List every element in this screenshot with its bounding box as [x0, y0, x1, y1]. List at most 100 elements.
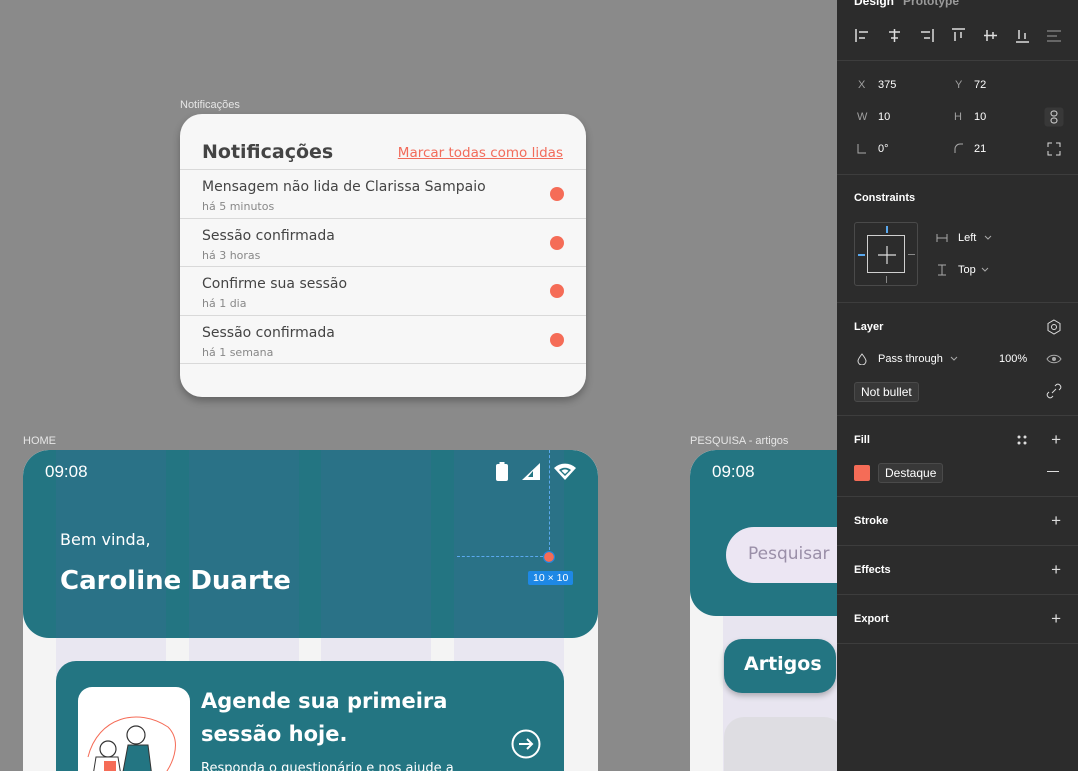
status-time: 09:08	[45, 462, 88, 481]
notifications-header: Notificações Marcar todas como lidas	[180, 114, 586, 170]
notification-item[interactable]: Sessão confirmada há 1 semana	[180, 316, 586, 364]
status-icons	[496, 462, 576, 481]
style-grid-icon[interactable]	[1016, 434, 1028, 446]
divider	[837, 415, 1078, 416]
alignment-toolbar	[853, 26, 1064, 45]
detach-instance-icon[interactable]	[1046, 383, 1062, 399]
opacity-input[interactable]: 100%	[999, 353, 1027, 365]
effects-title: Effects	[854, 564, 891, 576]
cellular-signal-icon	[522, 463, 540, 480]
mark-all-read-link[interactable]: Marcar todas como lidas	[398, 145, 563, 161]
divider	[837, 594, 1078, 595]
constraints-title: Constraints	[854, 192, 916, 204]
horizontal-constraint-icon	[936, 234, 948, 242]
align-top-icon[interactable]	[949, 26, 968, 45]
y-label: Y	[955, 79, 963, 91]
constraint-right-indicator[interactable]	[908, 254, 915, 255]
measurement-guide-vertical	[549, 450, 550, 550]
notification-message: Sessão confirmada	[202, 324, 335, 341]
constraint-left-indicator[interactable]	[858, 254, 865, 256]
tab-prototype[interactable]: Prototype	[903, 0, 959, 8]
rotation-icon	[857, 144, 866, 154]
stroke-title: Stroke	[854, 515, 889, 527]
chevron-down-icon	[950, 356, 958, 361]
constraints-widget[interactable]	[854, 222, 918, 286]
align-vertical-center-icon[interactable]	[981, 26, 1000, 45]
frame-label-notificacoes[interactable]: Notificações	[180, 99, 240, 111]
unread-dot	[550, 284, 564, 298]
notifications-title: Notificações	[202, 140, 334, 163]
constraint-bottom-indicator[interactable]	[886, 276, 887, 283]
divider	[837, 174, 1078, 175]
notification-message: Sessão confirmada	[202, 227, 335, 244]
align-horizontal-center-icon[interactable]	[885, 26, 904, 45]
distribute-icon[interactable]	[1045, 26, 1064, 45]
y-input[interactable]: 72	[974, 79, 986, 91]
blend-mode-icon	[857, 353, 867, 365]
divider	[837, 496, 1078, 497]
align-right-icon[interactable]	[917, 26, 936, 45]
pesquisa-frame[interactable]: 09:08 Pesquisar Artigos	[690, 450, 837, 771]
artigos-tab-button[interactable]: Artigos	[724, 639, 836, 693]
blend-mode-select[interactable]: Pass through	[878, 353, 943, 365]
notification-time: há 1 dia	[202, 297, 247, 310]
chevron-down-icon	[981, 267, 989, 272]
notification-item[interactable]: Sessão confirmada há 3 horas	[180, 219, 586, 267]
schedule-session-card[interactable]: Agende sua primeira sessão hoje. Respond…	[56, 661, 564, 771]
fill-style-chip[interactable]: Destaque	[878, 463, 944, 483]
vertical-constraint-select[interactable]: Top	[958, 264, 976, 276]
illustration-image	[78, 687, 190, 771]
constrain-proportions-icon[interactable]	[1044, 107, 1064, 127]
constraint-top-indicator[interactable]	[886, 226, 888, 233]
x-input[interactable]: 375	[878, 79, 896, 91]
wifi-icon	[554, 463, 576, 480]
add-effect-icon[interactable]: +	[1051, 561, 1061, 578]
align-bottom-icon[interactable]	[1013, 26, 1032, 45]
notifications-frame[interactable]: Notificações Marcar todas como lidas Men…	[180, 114, 586, 397]
divider	[837, 302, 1078, 303]
add-export-icon[interactable]: +	[1051, 610, 1061, 627]
layout-grid-column	[321, 450, 431, 638]
x-label: X	[858, 79, 866, 91]
unread-dot	[550, 235, 564, 250]
align-left-icon[interactable]	[853, 26, 872, 45]
h-label: H	[954, 111, 962, 123]
layout-grid-column	[189, 450, 299, 638]
properties-panel: Design Prototype X 375 Y 72 W 10 H 10 0°…	[837, 0, 1078, 771]
selected-element[interactable]	[543, 551, 555, 563]
h-input[interactable]: 10	[974, 111, 986, 123]
layer-title: Layer	[854, 321, 884, 333]
corner-radius-input[interactable]: 21	[974, 143, 986, 155]
search-input[interactable]: Pesquisar	[726, 527, 837, 583]
layer-name-chip[interactable]: Not bullet	[854, 382, 919, 402]
w-input[interactable]: 10	[878, 111, 890, 123]
remove-fill-icon[interactable]	[1047, 471, 1059, 472]
notification-item[interactable]: Confirme sua sessão há 1 dia	[180, 267, 586, 316]
frame-label-home[interactable]: HOME	[23, 435, 56, 447]
fill-title: Fill	[854, 434, 870, 446]
export-title: Export	[854, 613, 889, 625]
horizontal-constraint-select[interactable]: Left	[958, 232, 976, 244]
tab-design[interactable]: Design	[854, 0, 894, 8]
independent-corners-icon[interactable]	[1047, 142, 1061, 156]
notification-time: há 3 horas	[202, 248, 261, 262]
frame-label-pesquisa[interactable]: PESQUISA - artigos	[690, 435, 788, 447]
w-label: W	[857, 111, 868, 123]
home-frame[interactable]: 09:08 Bem vinda, Caroline Duarte Agende …	[23, 450, 598, 771]
article-card[interactable]	[724, 717, 837, 771]
design-canvas[interactable]: Notificações Notificações Marcar todas c…	[0, 0, 837, 771]
notification-message: Confirme sua sessão	[202, 276, 348, 292]
notification-message: Mensagem não lida de Clarissa Sampaio	[202, 179, 486, 195]
eye-icon[interactable]	[1046, 353, 1062, 365]
chevron-down-icon	[984, 235, 992, 240]
component-icon[interactable]	[1046, 319, 1062, 335]
fill-color-swatch[interactable]	[854, 465, 870, 481]
notification-time: há 5 minutos	[202, 200, 275, 213]
constraint-inner-box	[867, 235, 905, 273]
rotation-input[interactable]: 0°	[878, 143, 889, 155]
user-name: Caroline Duarte	[60, 566, 291, 596]
add-stroke-icon[interactable]: +	[1051, 512, 1061, 529]
notification-item[interactable]: Mensagem não lida de Clarissa Sampaio há…	[180, 170, 586, 219]
add-fill-icon[interactable]: +	[1051, 431, 1061, 448]
arrow-right-circle-icon[interactable]	[510, 728, 542, 760]
